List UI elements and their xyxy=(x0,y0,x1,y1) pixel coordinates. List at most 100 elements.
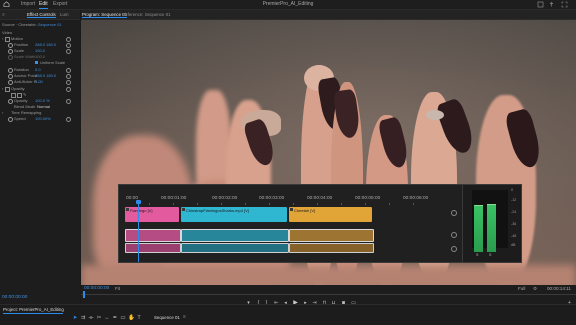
settings-icon[interactable]: ⚙ xyxy=(533,286,537,292)
tab-effect-controls[interactable]: Effect Controls xyxy=(27,11,56,18)
time-ruler[interactable] xyxy=(119,185,459,205)
ec-row-opacity-group[interactable]: › Opacity xyxy=(0,86,80,92)
audio-clip-cheetah-2[interactable] xyxy=(289,243,374,253)
eye-icon[interactable] xyxy=(451,232,457,238)
ruler-timecode: 00:00:04:00 xyxy=(307,196,333,201)
audio-clip-chinstrap[interactable] xyxy=(181,229,289,242)
audio-clip-chinstrap-2[interactable] xyxy=(181,243,289,253)
app-title: PremierPro_AI_Editing xyxy=(262,1,314,7)
ec-row-scale[interactable]: Scale 100.0 xyxy=(0,48,80,54)
timeline-panel: 00:00 00:00:01:00 00:00:02:00 00:00:03:0… xyxy=(118,184,466,263)
top-bar: Import Edit Export PremierPro_AI_Editing xyxy=(0,0,576,10)
pen-tool-icon[interactable]: ✒ xyxy=(112,315,118,321)
meter-scale-label: 0 xyxy=(511,188,513,192)
meter-scale-label: -48 xyxy=(511,234,517,238)
effect-controls-panel: Source · Cheetahtr... Sequence 01 Video … xyxy=(0,20,80,304)
rectangle-mask-icon[interactable] xyxy=(17,92,22,98)
mask-tools: ✎ xyxy=(0,92,80,98)
ec-row-blend-mode[interactable]: Blend Mode Normal xyxy=(0,104,80,109)
video-header: Video xyxy=(2,30,13,35)
tab-reference-monitor[interactable]: Reference: Sequence 01 xyxy=(122,11,171,18)
tab-sequence[interactable]: Sequence 01 xyxy=(154,315,180,320)
pen-mask-icon[interactable]: ✎ xyxy=(23,92,26,97)
ec-row-anchor-point[interactable]: Anchor Point 288.0 180.0 xyxy=(0,73,80,79)
solo-button[interactable]: S xyxy=(476,253,478,257)
slip-tool-icon[interactable]: ↔ xyxy=(104,315,110,321)
playhead-timecode[interactable]: 00:00:00:00 xyxy=(84,286,109,291)
ripple-edit-tool-icon[interactable]: ⟛ xyxy=(88,315,94,321)
ruler-timecode: 00:00:01:00 xyxy=(161,196,187,201)
stopwatch-icon xyxy=(8,73,13,79)
fx-badge-icon xyxy=(290,208,293,211)
timeline-clip-chinstrap[interactable]: ChinstrapFlamingosSharks.mp4 [V] xyxy=(181,207,287,222)
razor-tool-icon[interactable]: ✂ xyxy=(96,315,102,321)
ruler-timecode: 00:00:06:00 xyxy=(403,196,429,201)
bottom-panel: Project: PremierPro_AI_Editing ➤ ⇉ ⟛ ✂ ↔… xyxy=(0,304,576,325)
stopwatch-icon xyxy=(8,48,13,54)
ec-row-position[interactable]: Position 288.0 180.0 xyxy=(0,42,80,48)
fullscreen-icon[interactable] xyxy=(561,1,568,8)
ec-row-opacity[interactable]: Opacity 100.0 % xyxy=(0,98,80,104)
tab-project[interactable]: Project: PremierPro_AI_Editing xyxy=(3,307,64,312)
stopwatch-icon xyxy=(8,98,13,104)
hand-tool-icon[interactable]: ✋ xyxy=(128,315,135,321)
sequence-selector[interactable]: Sequence 01 xyxy=(38,22,62,27)
meter-scale-label: -24 xyxy=(511,210,517,214)
tab-source[interactable]: ≡ xyxy=(2,11,5,18)
quick-export-icon[interactable] xyxy=(548,1,555,8)
audio-clip-flamingo-2[interactable] xyxy=(125,243,181,253)
rectangle-tool-icon[interactable]: ▭ xyxy=(120,315,126,321)
meter-scale-label: -12 xyxy=(511,198,517,202)
source-label: Source · Cheetahtr... Sequence 01 xyxy=(2,22,62,27)
selection-tool-icon[interactable]: ➤ xyxy=(72,315,78,321)
ellipse-mask-icon[interactable] xyxy=(11,92,16,98)
mini-playhead[interactable] xyxy=(83,291,85,298)
ec-row-time-remapping[interactable]: › Time Remapping xyxy=(0,110,80,115)
ec-row-speed[interactable]: Speed 100.00% xyxy=(0,116,80,122)
video-track: Flamingo [V] ChinstrapFlamingosSharks.mp… xyxy=(125,207,455,222)
tab-program-monitor[interactable]: Program: Sequence 01 xyxy=(82,11,128,18)
audio-clip-cheetah[interactable] xyxy=(289,229,374,242)
mini-timeline[interactable] xyxy=(81,294,576,295)
fx-badge-icon xyxy=(126,208,129,211)
meter-scale-label: dB xyxy=(511,243,516,247)
ec-row-uniform-scale[interactable]: Uniform Scale xyxy=(0,60,80,65)
zoom-select[interactable]: Fit xyxy=(115,286,120,291)
solo-button[interactable]: S xyxy=(489,253,491,257)
uniform-scale-checkbox[interactable] xyxy=(35,61,38,64)
duration-timecode: 00:00:14:11 xyxy=(547,286,571,291)
audio-track-1 xyxy=(125,229,455,244)
blend-mode-select[interactable]: Normal xyxy=(37,104,50,109)
ruler-timecode: 00:00:02:00 xyxy=(212,196,238,201)
ec-row-rotation[interactable]: Rotation 0.0 xyxy=(0,67,80,73)
stopwatch-icon xyxy=(8,67,13,73)
effect-controls-timecode[interactable]: 00:00:00:00 xyxy=(2,295,27,300)
monitor-controls: 00:00:00:00 Fit Full ⚙ 00:00:14:11 ▾ { }… xyxy=(81,285,576,306)
stopwatch-icon xyxy=(8,79,13,85)
ruler-timecode: 00:00:03:00 xyxy=(259,196,285,201)
audio-clip-flamingo[interactable] xyxy=(125,229,181,242)
ruler-timecode: 00:00:05:00 xyxy=(355,196,381,201)
timeline-clip-cheetah[interactable]: Cheetah [V] xyxy=(289,207,372,222)
meter-bar-left xyxy=(474,205,483,252)
meter-bar-right xyxy=(487,204,496,252)
track-select-tool-icon[interactable]: ⇉ xyxy=(80,315,86,321)
ec-row-motion[interactable]: › Motion xyxy=(0,36,80,42)
ec-row-anti-flicker[interactable]: Anti-flicker Fi... 0.00 xyxy=(0,79,80,85)
eye-icon[interactable] xyxy=(451,210,457,216)
timeline-playhead[interactable] xyxy=(138,202,139,262)
fx-badge-icon xyxy=(182,208,185,211)
close-icon[interactable]: ≡ xyxy=(183,314,186,320)
stopwatch-icon xyxy=(8,116,13,122)
reset-icon[interactable] xyxy=(66,86,71,92)
tab-lumetri[interactable]: Lum xyxy=(60,11,69,18)
resolution-select[interactable]: Full xyxy=(518,286,525,291)
meter-scale-label: -36 xyxy=(511,222,517,226)
type-tool-icon[interactable]: T xyxy=(136,315,142,321)
timeline-clip-flamingo[interactable]: Flamingo [V] xyxy=(125,207,179,222)
workspaces-icon[interactable] xyxy=(537,1,544,8)
ec-row-scale-width[interactable]: Scale Width 100.0 xyxy=(0,54,80,60)
audio-meter: 0 -12 -24 -36 -48 dB S S xyxy=(462,184,522,263)
eye-icon[interactable] xyxy=(451,246,457,252)
reset-icon[interactable] xyxy=(66,36,71,42)
